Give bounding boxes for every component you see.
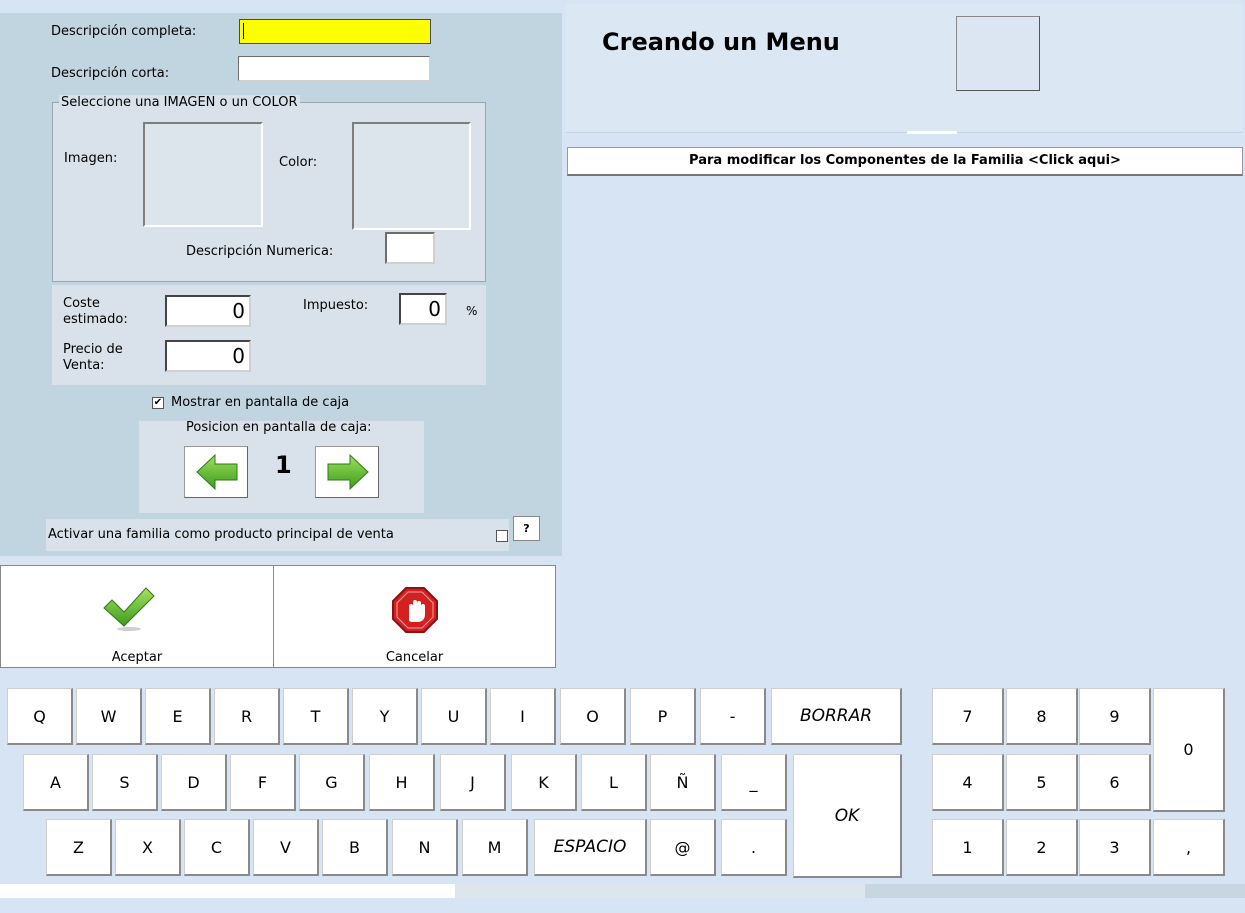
cost-label-line2: estimado: — [63, 312, 128, 327]
desc-full-input[interactable] — [239, 19, 431, 44]
key-d[interactable]: D — [161, 754, 227, 811]
position-label: Posicion en pantalla de caja: — [186, 420, 372, 435]
key-x[interactable]: X — [115, 819, 181, 876]
numpad-5[interactable]: 5 — [1006, 754, 1078, 811]
space-key[interactable]: ESPACIO — [534, 819, 647, 876]
key-w[interactable]: W — [76, 688, 142, 745]
help-button[interactable]: ? — [513, 516, 540, 541]
key-n[interactable]: N — [392, 819, 458, 876]
numpad-6[interactable]: 6 — [1079, 754, 1151, 811]
color-label: Color: — [279, 155, 318, 170]
key-at[interactable]: @ — [650, 819, 716, 876]
desc-short-input[interactable] — [238, 56, 430, 81]
price-label-line1: Precio de — [63, 342, 123, 357]
key-j[interactable]: J — [440, 754, 506, 811]
show-on-pos-label: Mostrar en pantalla de caja — [171, 395, 350, 410]
key-b[interactable]: B — [322, 819, 388, 876]
green-checkmark-icon — [103, 587, 155, 631]
status-bar-segment — [455, 884, 865, 898]
key-m[interactable]: M — [462, 819, 528, 876]
key-dash[interactable]: - — [700, 688, 766, 745]
numpad-8[interactable]: 8 — [1006, 688, 1078, 745]
price-label-line2: Venta: — [63, 358, 105, 373]
image-label: Imagen: — [64, 151, 118, 166]
position-next-button[interactable] — [315, 446, 379, 498]
key-enye[interactable]: Ñ — [650, 754, 716, 811]
key-g[interactable]: G — [299, 754, 365, 811]
main-product-checkbox[interactable] — [496, 530, 508, 542]
numpad-9[interactable]: 9 — [1079, 688, 1151, 745]
color-picker[interactable] — [352, 122, 471, 230]
cancel-label: Cancelar — [385, 650, 444, 665]
key-z[interactable]: Z — [46, 819, 112, 876]
accept-label: Aceptar — [111, 650, 163, 665]
key-c[interactable]: C — [184, 819, 250, 876]
key-underscore[interactable]: _ — [721, 754, 787, 811]
main-product-label: Activar una familia como producto princi… — [48, 527, 394, 542]
numpad-2[interactable]: 2 — [1006, 819, 1078, 876]
ok-key[interactable]: OK — [793, 754, 902, 878]
numpad-4[interactable]: 4 — [932, 754, 1004, 811]
numpad-1[interactable]: 1 — [932, 819, 1004, 876]
text-caret — [243, 23, 244, 39]
key-t[interactable]: T — [283, 688, 349, 745]
key-h[interactable]: H — [369, 754, 435, 811]
tax-unit: % — [466, 304, 478, 318]
price-input[interactable]: 0 — [165, 340, 251, 372]
menu-preview-image[interactable] — [956, 16, 1040, 91]
key-r[interactable]: R — [214, 688, 280, 745]
position-value: 1 — [275, 451, 292, 479]
status-bar-segment — [865, 884, 1245, 898]
green-arrow-right-icon — [327, 453, 369, 491]
divider — [907, 131, 957, 134]
key-l[interactable]: L — [581, 754, 647, 811]
cost-label-line1: Coste — [63, 296, 100, 311]
desc-full-label: Descripción completa: — [51, 24, 197, 39]
show-on-pos-checkbox[interactable]: ✔ — [152, 397, 164, 409]
numpad-3[interactable]: 3 — [1079, 819, 1151, 876]
numeric-desc-input[interactable] — [385, 232, 435, 264]
key-q[interactable]: Q — [7, 688, 73, 745]
key-k[interactable]: K — [511, 754, 577, 811]
numeric-desc-label: Descripción Numerica: — [186, 244, 334, 259]
desc-short-label: Descripción corta: — [51, 66, 170, 81]
page-title: Creando un Menu — [602, 28, 840, 56]
key-y[interactable]: Y — [352, 688, 418, 745]
header-panel — [566, 4, 1242, 133]
key-p[interactable]: P — [630, 688, 696, 745]
key-i[interactable]: I — [490, 688, 556, 745]
numpad-comma[interactable]: , — [1153, 819, 1225, 876]
tax-input[interactable]: 0 — [399, 293, 447, 325]
backspace-key[interactable]: BORRAR — [771, 688, 902, 745]
image-group-title: Seleccione una IMAGEN o un COLOR — [59, 95, 300, 110]
green-arrow-left-icon — [196, 453, 238, 491]
key-s[interactable]: S — [92, 754, 158, 811]
image-picker[interactable] — [143, 122, 263, 227]
tax-label: Impuesto: — [303, 298, 369, 313]
cost-input[interactable]: 0 — [165, 295, 251, 327]
key-u[interactable]: U — [421, 688, 487, 745]
key-period[interactable]: . — [721, 819, 787, 876]
red-stop-hand-icon — [392, 587, 438, 633]
key-e[interactable]: E — [145, 688, 211, 745]
cancel-button[interactable]: Cancelar — [273, 565, 556, 668]
components-link-button[interactable]: Para modificar los Componentes de la Fam… — [567, 147, 1243, 176]
key-o[interactable]: O — [560, 688, 626, 745]
key-v[interactable]: V — [253, 819, 319, 876]
status-bar-segment — [0, 884, 455, 898]
numpad-0[interactable]: 0 — [1153, 688, 1225, 812]
accept-button[interactable]: Aceptar — [0, 565, 274, 668]
position-prev-button[interactable] — [184, 446, 248, 498]
key-a[interactable]: A — [23, 754, 89, 811]
numpad-7[interactable]: 7 — [932, 688, 1004, 745]
key-f[interactable]: F — [230, 754, 296, 811]
